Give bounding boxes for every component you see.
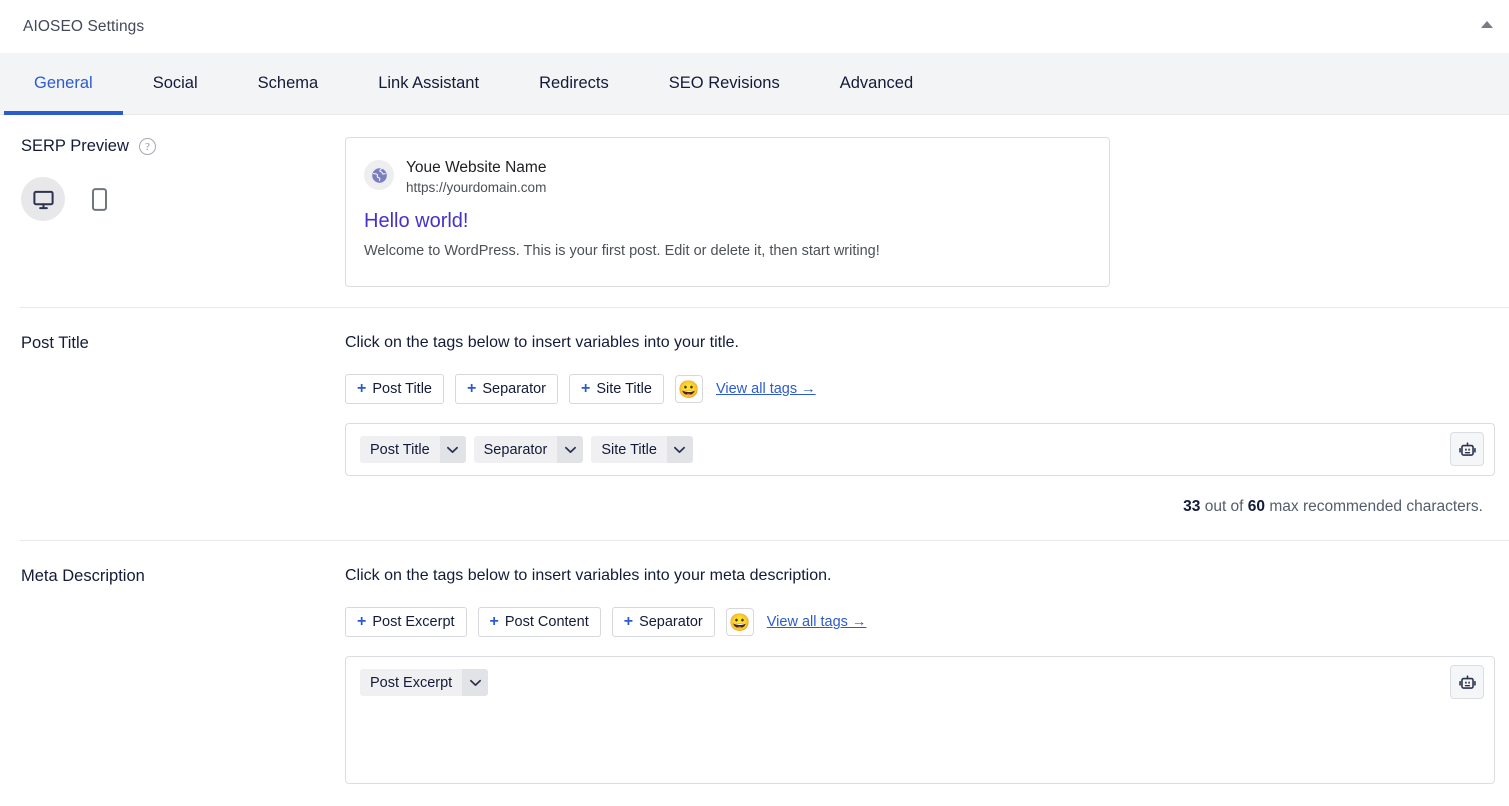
robot-icon [1458,440,1477,459]
serp-url: https://yourdomain.com [406,180,546,195]
plus-icon: + [357,614,366,630]
counter-current: 33 [1183,498,1200,515]
tab-schema[interactable]: Schema [228,53,349,114]
post-title-input[interactable]: Post Title Separator Site Title [345,423,1495,476]
post-title-token-list: Post Title Separator Site Title [360,436,1480,463]
tag-button-label: Post Content [505,614,589,630]
tag-button-label: Site Title [596,381,652,397]
smiley-icon: 😀 [729,614,750,631]
tab-label: Social [153,74,198,93]
tab-label: Link Assistant [378,74,479,93]
post-title-counter: 33 out of 60 max recommended characters. [345,498,1495,516]
device-mobile-button[interactable] [77,177,121,221]
post-title-tag-row: + Post Title + Separator + Site Title 😀 … [345,374,1495,404]
meta-description-label: Meta Description [21,567,145,585]
ai-generate-title-button[interactable] [1450,432,1484,466]
serp-preview-card: Youe Website Name https://yourdomain.com… [345,137,1110,287]
serp-preview-label-col: SERP Preview ? [0,137,345,287]
plus-icon: + [581,381,590,397]
globe-icon [370,166,389,185]
tag-button-label: Separator [482,381,546,397]
meta-description-section: Meta Description Click on the tags below… [0,541,1509,806]
plus-icon: + [467,381,476,397]
device-toggle-group [21,177,345,221]
page-title: AIOSEO Settings [23,18,144,36]
tag-button-label: Separator [639,614,703,630]
serp-site-name: Youe Website Name [406,158,546,177]
token-post-title[interactable]: Post Title [360,436,466,463]
ai-generate-description-button[interactable] [1450,665,1484,699]
post-title-section: Post Title Click on the tags below to in… [0,308,1509,540]
add-separator-tag-button[interactable]: + Separator [455,374,558,404]
chevron-down-icon[interactable] [557,436,583,463]
tab-advanced[interactable]: Advanced [810,53,943,114]
post-title-hint: Click on the tags below to insert variab… [345,334,1495,352]
meta-description-hint: Click on the tags below to insert variab… [345,567,1495,585]
serp-title[interactable]: Hello world! [364,209,1087,233]
collapse-panel-button[interactable] [1473,10,1501,38]
meta-description-input[interactable]: Post Excerpt [345,656,1495,784]
token-label: Post Excerpt [360,669,462,696]
counter-suffix: max recommended characters. [1265,498,1483,515]
chevron-down-icon[interactable] [440,436,466,463]
emoji-picker-button[interactable]: 😀 [726,608,754,636]
tab-social[interactable]: Social [123,53,228,114]
tag-button-label: Post Excerpt [372,614,454,630]
favicon-badge [364,160,394,190]
post-title-label: Post Title [21,334,89,352]
tab-seo-revisions[interactable]: SEO Revisions [639,53,810,114]
caret-up-icon [1481,21,1493,28]
settings-content: SERP Preview ? [0,115,1509,806]
serp-preview-section: SERP Preview ? [0,115,1509,307]
tab-label: SEO Revisions [669,74,780,93]
help-icon[interactable]: ? [139,138,156,155]
plus-icon: + [490,614,499,630]
tag-button-label: Post Title [372,381,432,397]
token-site-title[interactable]: Site Title [591,436,693,463]
device-desktop-button[interactable] [21,177,65,221]
token-label: Post Title [360,436,440,463]
post-title-body: Click on the tags below to insert variab… [345,334,1509,516]
plus-icon: + [357,381,366,397]
add-post-content-tag-button[interactable]: + Post Content [478,607,601,637]
token-post-excerpt[interactable]: Post Excerpt [360,669,488,696]
monitor-icon [32,188,55,211]
meta-description-body: Click on the tags below to insert variab… [345,567,1509,806]
robot-icon [1458,673,1477,692]
window-header: AIOSEO Settings [0,0,1509,53]
tab-general[interactable]: General [4,53,123,114]
smiley-icon: 😀 [678,381,699,398]
post-title-label-col: Post Title [0,334,345,516]
plus-icon: + [624,614,633,630]
serp-preview-label: SERP Preview [21,137,129,156]
counter-max: 60 [1248,498,1265,515]
tab-label: General [34,74,93,93]
counter-mid: out of [1200,498,1247,515]
add-post-title-tag-button[interactable]: + Post Title [345,374,444,404]
tab-label: Advanced [840,74,913,93]
meta-description-token-list: Post Excerpt [360,669,1480,696]
token-label: Site Title [591,436,667,463]
tab-label: Schema [258,74,319,93]
settings-tabbar: General Social Schema Link Assistant Red… [0,53,1509,115]
chevron-down-icon[interactable] [667,436,693,463]
meta-description-label-col: Meta Description [0,567,345,806]
view-all-tags-link[interactable]: View all tags → [716,381,816,397]
add-separator-tag-button[interactable]: + Separator [612,607,715,637]
tab-link-assistant[interactable]: Link Assistant [348,53,509,114]
emoji-picker-button[interactable]: 😀 [675,375,703,403]
token-label: Separator [474,436,558,463]
token-separator[interactable]: Separator [474,436,584,463]
tab-redirects[interactable]: Redirects [509,53,639,114]
meta-description-tag-row: + Post Excerpt + Post Content + Separato… [345,607,1495,637]
smartphone-icon [91,188,108,211]
serp-description: Welcome to WordPress. This is your first… [364,241,1087,262]
add-post-excerpt-tag-button[interactable]: + Post Excerpt [345,607,467,637]
view-all-tags-link[interactable]: View all tags → [767,614,867,630]
tab-label: Redirects [539,74,609,93]
chevron-down-icon[interactable] [462,669,488,696]
serp-preview-body: Youe Website Name https://yourdomain.com… [345,137,1509,287]
add-site-title-tag-button[interactable]: + Site Title [569,374,664,404]
